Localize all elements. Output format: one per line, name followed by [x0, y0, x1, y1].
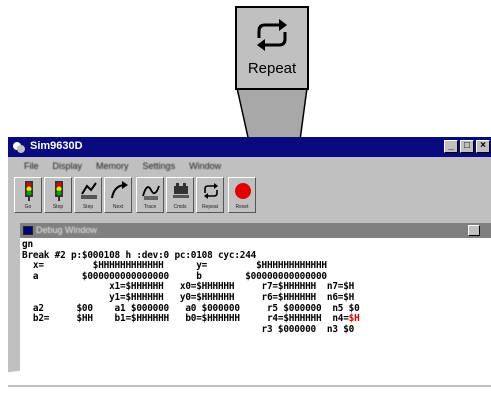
menu-bar: File Display Memory Settings Window [8, 157, 491, 175]
window-title: Sim9630D [30, 140, 83, 152]
toolbar: Go Stop Step Next Trace Cmds Repeat Rese… [8, 177, 491, 215]
traffic-light-icon [25, 181, 33, 201]
debug-window-title: Debug Window [36, 225, 98, 235]
menu-memory[interactable]: Memory [96, 161, 129, 171]
app-icon [13, 142, 25, 153]
next-label: Next [112, 204, 124, 210]
next-button[interactable]: Next [104, 177, 132, 213]
go-label: Go [24, 204, 32, 210]
repeat-label: Repeat [201, 204, 219, 210]
menu-file[interactable]: File [24, 161, 39, 171]
trace-label: Trace [143, 204, 157, 210]
step-button[interactable]: Step [74, 177, 102, 213]
debug-window-title-bar: Debug Window [20, 223, 491, 238]
menu-settings[interactable]: Settings [143, 161, 176, 171]
trace-button[interactable]: Trace [136, 177, 164, 213]
menu-window[interactable]: Window [189, 161, 221, 171]
cmds-label: Cmds [173, 204, 187, 210]
repeat-icon [204, 183, 218, 199]
repeat-icon [257, 19, 287, 51]
go-button[interactable]: Go [14, 177, 42, 213]
reset-icon [235, 183, 251, 199]
repeat-button[interactable]: Repeat [196, 177, 224, 213]
close-button[interactable]: × [476, 140, 490, 153]
changed-register-value: $H [348, 313, 360, 325]
minimize-button[interactable]: _ [444, 140, 458, 153]
menu-display[interactable]: Display [53, 161, 83, 171]
reset-label: Reset [235, 204, 249, 210]
register-text: b2= $HH b1=$HHHHHH b0=$HHHHHH r4=$HHHHHH… [22, 313, 349, 325]
stop-button[interactable]: Stop [44, 177, 72, 213]
cmds-button[interactable]: Cmds [166, 177, 194, 213]
next-arrow-icon [111, 181, 128, 199]
maximize-button[interactable]: □ [460, 140, 474, 153]
torn-edge [3, 368, 491, 385]
title-bar: Sim9630D _ □ × [8, 137, 491, 157]
repeat-callout: Repeat [235, 6, 309, 90]
console-line: gn [22, 239, 33, 250]
register-row: r3 $000000 n3 $0 [22, 323, 355, 335]
minimize-button[interactable] [468, 225, 480, 236]
traffic-light-icon [55, 181, 63, 201]
callout-label: Repeat [247, 60, 297, 77]
debug-window: Debug Window gn Break #2 p:$000108 h :dev… [20, 223, 491, 385]
step-label: Step [82, 204, 94, 210]
register-row: y1=$HHHHHH y0=$HHHHHH r6=$HHHHHH n6=$H [22, 291, 355, 303]
stop-label: Stop [52, 204, 64, 210]
debug-window-icon [23, 226, 33, 235]
trace-icon [142, 185, 160, 200]
console-output: gn Break #2 p:$000108 h :dev:0 pc:0108 cy… [22, 239, 360, 335]
reset-button[interactable]: Reset [228, 177, 256, 213]
app-window: Sim9630D _ □ × File Display Memory Setti… [3, 137, 491, 387]
step-icon [81, 182, 97, 199]
cmds-icon [173, 183, 189, 198]
